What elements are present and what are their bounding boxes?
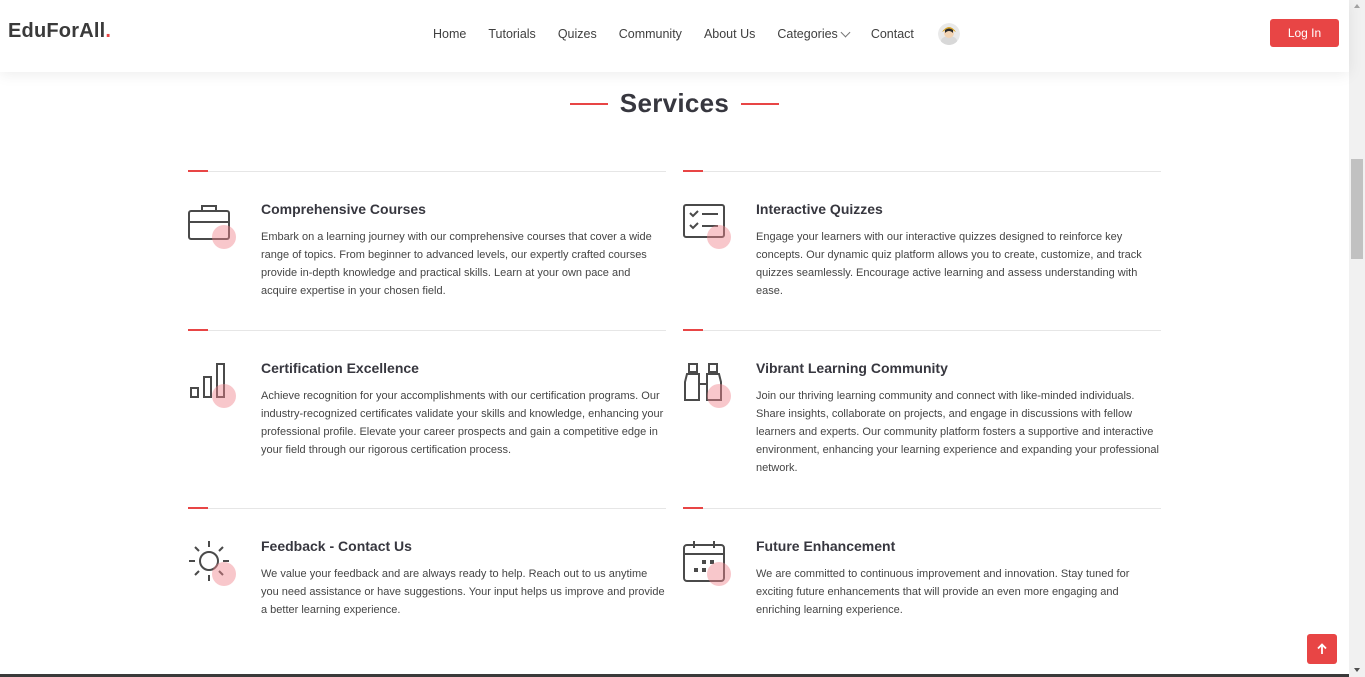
site-header: EduForAll. Home Tutorials Quizes Communi…	[0, 0, 1349, 72]
vertical-scrollbar[interactable]	[1349, 0, 1365, 677]
card-divider-accent	[683, 329, 703, 331]
nav-contact[interactable]: Contact	[860, 27, 925, 41]
section-title: Services	[619, 88, 730, 118]
main-nav: Home Tutorials Quizes Community About Us…	[422, 0, 960, 68]
scroll-up-arrow-icon[interactable]	[1354, 4, 1360, 8]
card-divider	[188, 171, 666, 172]
service-title: Future Enhancement	[756, 538, 896, 554]
card-divider	[683, 171, 1161, 172]
service-text: We are committed to continuous improveme…	[756, 568, 1130, 616]
binoculars-icon	[683, 362, 731, 410]
service-text: Join our thriving learning community and…	[756, 390, 1159, 474]
arrow-up-icon	[1317, 643, 1327, 654]
card-divider	[188, 508, 666, 509]
service-text: Achieve recognition for your accomplishm…	[261, 390, 664, 456]
bar-chart-icon	[188, 362, 236, 410]
nav-quizes[interactable]: Quizes	[547, 27, 608, 41]
nav-home[interactable]: Home	[422, 27, 477, 41]
card-divider-accent	[188, 329, 208, 331]
card-divider-accent	[683, 170, 703, 172]
service-title: Interactive Quizzes	[756, 201, 883, 217]
services-heading: Services	[0, 88, 1349, 119]
card-divider-accent	[188, 170, 208, 172]
card-divider	[683, 330, 1161, 331]
card-divider-accent	[188, 507, 208, 509]
back-to-top-button[interactable]	[1307, 634, 1337, 664]
title-divider-right	[741, 102, 780, 105]
service-text: Engage your learners with our interactiv…	[756, 231, 1142, 297]
service-text: We value your feedback and are always re…	[261, 568, 665, 616]
nav-about-us[interactable]: About Us	[693, 27, 766, 41]
nav-categories-label: Categories	[777, 27, 838, 41]
nav-categories[interactable]: Categories	[766, 27, 859, 41]
service-text: Embark on a learning journey with our co…	[261, 231, 652, 297]
scrollbar-thumb[interactable]	[1351, 159, 1363, 259]
sun-icon	[188, 540, 236, 588]
user-avatar[interactable]	[937, 23, 960, 45]
service-title: Vibrant Learning Community	[756, 360, 948, 376]
site-logo[interactable]: EduForAll.	[8, 20, 111, 43]
briefcase-icon	[188, 203, 236, 251]
avatar-image	[937, 23, 960, 45]
scroll-down-arrow-icon[interactable]	[1354, 668, 1360, 672]
service-title: Comprehensive Courses	[261, 201, 426, 217]
logo-text: EduForAll	[8, 20, 106, 42]
nav-tutorials[interactable]: Tutorials	[477, 27, 546, 41]
service-title: Feedback - Contact Us	[261, 538, 412, 554]
card-divider	[188, 330, 666, 331]
nav-community[interactable]: Community	[608, 27, 693, 41]
logo-dot: .	[105, 20, 112, 42]
checklist-icon	[683, 203, 731, 251]
card-divider	[683, 508, 1161, 509]
chevron-down-icon	[840, 27, 851, 37]
service-title: Certification Excellence	[261, 360, 419, 376]
title-divider-left	[569, 102, 608, 105]
calendar-icon	[683, 540, 731, 588]
card-divider-accent	[683, 507, 703, 509]
login-button[interactable]: Log In	[1270, 19, 1339, 47]
